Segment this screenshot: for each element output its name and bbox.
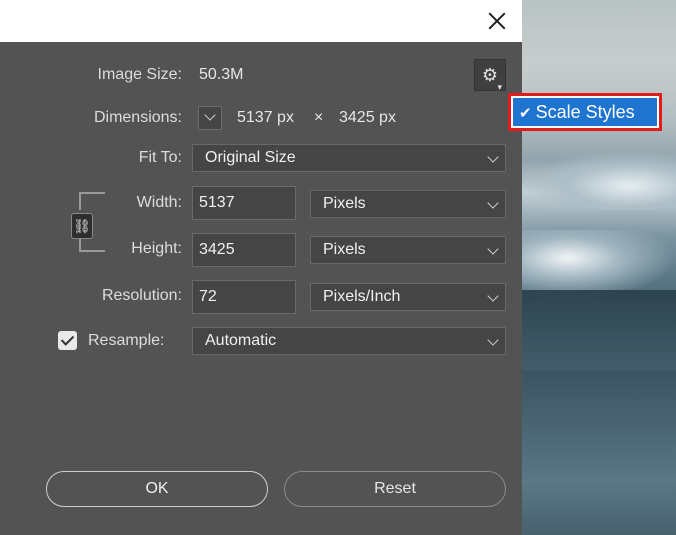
image-size-label: Image Size:: [97, 66, 182, 83]
fit-to-value: Original Size: [205, 149, 296, 166]
ok-button[interactable]: OK: [46, 471, 268, 507]
height-label: Height:: [131, 240, 182, 257]
resolution-unit-value: Pixels/Inch: [323, 288, 401, 305]
gear-icon[interactable]: ⚙ ▾: [474, 59, 506, 92]
title-bar: [0, 0, 522, 42]
dimensions-width-value: 5137 px: [237, 109, 294, 126]
resolution-unit-select[interactable]: Pixels/Inch: [310, 283, 506, 311]
resample-value: Automatic: [205, 332, 277, 349]
width-unit-select[interactable]: Pixels: [310, 190, 506, 218]
fit-to-label: Fit To:: [138, 149, 182, 166]
chevron-down-icon: [487, 290, 499, 302]
resample-checkbox[interactable]: [58, 331, 77, 350]
dimensions-height-value: 3425 px: [339, 109, 396, 126]
resample-select[interactable]: Automatic: [192, 327, 506, 355]
image-size-value: 50.3M: [199, 66, 244, 83]
photo-ridge: [522, 290, 676, 370]
dimensions-times: ×: [314, 109, 324, 126]
fit-to-select[interactable]: Original Size: [192, 144, 506, 172]
chevron-down-icon: [487, 151, 499, 163]
width-unit-value: Pixels: [323, 195, 366, 212]
chevron-down-icon: [487, 197, 499, 209]
close-icon[interactable]: [484, 8, 510, 34]
reset-button[interactable]: Reset: [284, 471, 506, 507]
height-unit-select[interactable]: Pixels: [310, 236, 506, 264]
link-icon[interactable]: ⛓: [71, 213, 93, 239]
height-input[interactable]: 3425: [192, 233, 296, 267]
chevron-down-icon: [487, 243, 499, 255]
resolution-input[interactable]: 72: [192, 280, 296, 314]
height-unit-value: Pixels: [323, 241, 366, 258]
resample-label: Resample:: [88, 332, 165, 349]
image-size-dialog: Image Size: 50.3M ⚙ ▾ Dimensions: 5137 px…: [0, 42, 522, 535]
chevron-down-icon: [487, 334, 499, 346]
checkmark-icon: ✔: [519, 105, 532, 122]
resolution-label: Resolution:: [101, 287, 182, 304]
width-input[interactable]: 5137: [192, 186, 296, 220]
dimensions-label: Dimensions:: [93, 109, 182, 126]
dimensions-units-dropdown[interactable]: [198, 106, 222, 130]
scale-styles-menu-item[interactable]: ✔ Scale Styles: [508, 93, 662, 131]
scale-styles-label: Scale Styles: [535, 102, 635, 122]
background-photo: [522, 0, 676, 535]
photo-snow-peak: [522, 150, 676, 210]
width-label: Width:: [136, 194, 182, 211]
